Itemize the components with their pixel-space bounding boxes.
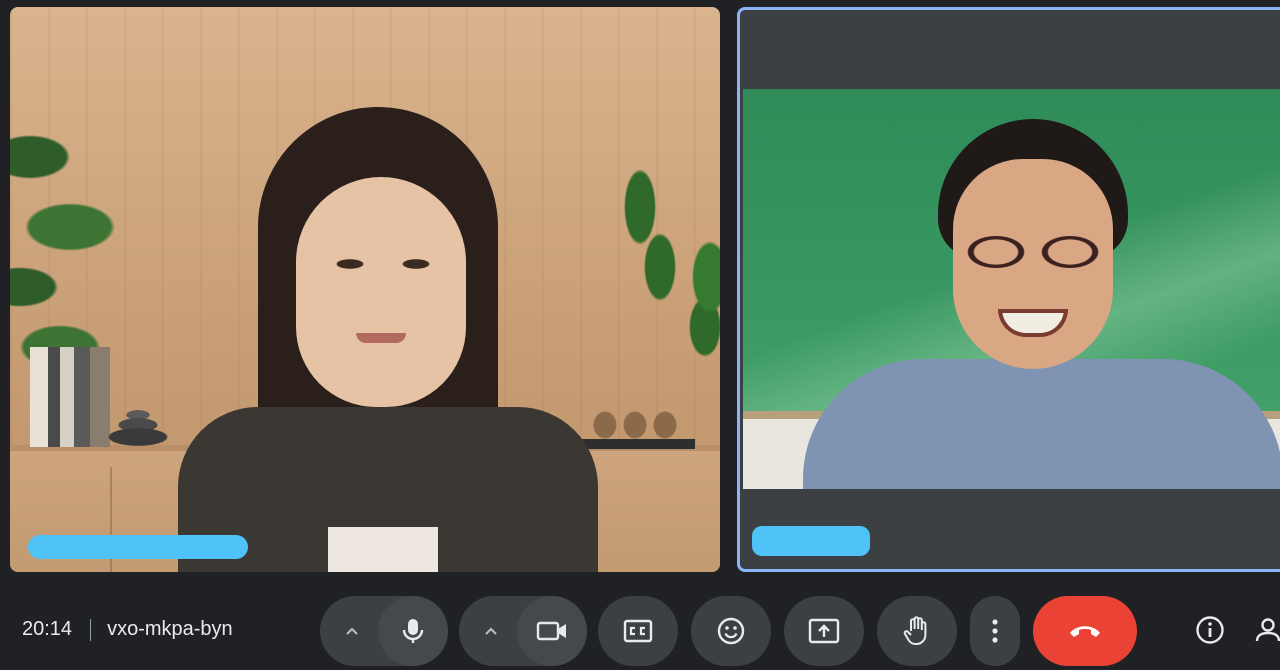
participant-name-tag-redacted (752, 526, 870, 556)
microphone-control-group (320, 596, 448, 666)
meeting-details: 20:14 vxo-mkpa-byn (22, 618, 233, 641)
participant-tile-1[interactable] (10, 7, 720, 572)
chevron-up-icon (484, 624, 498, 638)
camera-control-group (459, 596, 587, 666)
present-screen-icon (808, 618, 840, 644)
video-stage (0, 0, 1280, 580)
more-options-icon (991, 618, 999, 644)
participant-tile-2-active-speaker[interactable] (737, 7, 1280, 572)
call-controls-bar: 20:14 vxo-mkpa-byn (0, 590, 1280, 670)
camera-icon (536, 620, 568, 642)
background-stones (106, 407, 170, 447)
participant-name-tag-redacted (28, 535, 248, 559)
raise-hand-button[interactable] (877, 596, 957, 666)
video-settings-button[interactable] (459, 596, 523, 666)
participant-2-person (803, 119, 1280, 489)
people-icon (1253, 615, 1280, 645)
present-now-button[interactable] (784, 596, 864, 666)
raise-hand-icon (903, 615, 931, 647)
mic-icon (400, 617, 426, 645)
divider (90, 618, 92, 641)
meeting-details-button[interactable] (1192, 612, 1228, 648)
camera-button[interactable] (517, 596, 587, 666)
info-icon (1195, 615, 1225, 645)
chevron-up-icon (345, 624, 359, 638)
participant-1-person (178, 107, 598, 572)
more-options-button[interactable] (970, 596, 1020, 666)
participant-video-1 (10, 7, 720, 572)
emoji-icon (716, 616, 746, 646)
background-plant (610, 167, 720, 367)
send-reaction-button[interactable] (691, 596, 771, 666)
captions-button[interactable] (598, 596, 678, 666)
leave-call-button[interactable] (1033, 596, 1137, 666)
end-call-icon (1067, 622, 1103, 640)
participant-video-2 (743, 89, 1280, 489)
microphone-button[interactable] (378, 596, 448, 666)
captions-icon (623, 619, 653, 643)
meeting-clock: 20:14 (22, 618, 73, 640)
audio-settings-button[interactable] (320, 596, 384, 666)
meeting-code: vxo-mkpa-byn (107, 618, 233, 640)
show-everyone-button[interactable] (1250, 612, 1280, 648)
